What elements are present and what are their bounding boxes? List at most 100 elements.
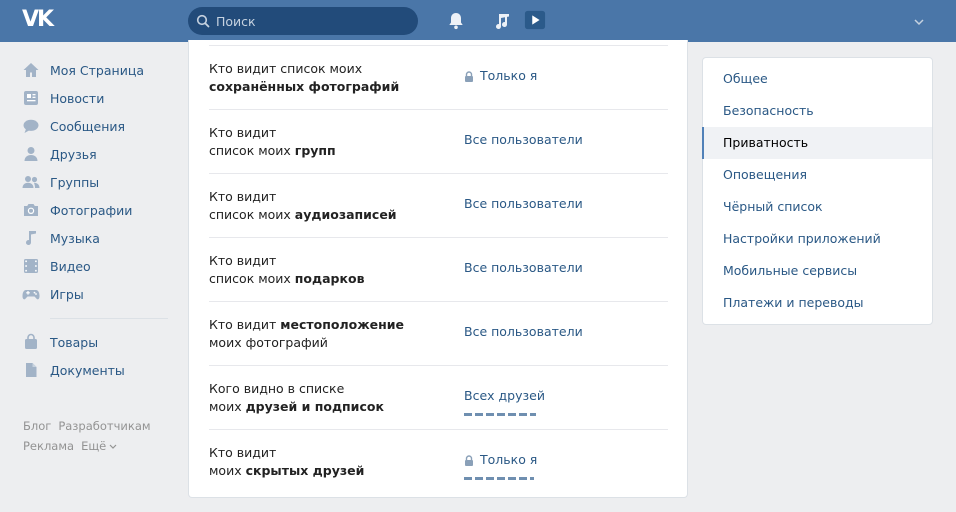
search-input[interactable]: [216, 7, 412, 35]
document-icon: [26, 363, 37, 377]
nav-item-photos[interactable]: Фотографии: [22, 196, 168, 224]
privacy-value-selector[interactable]: Все пользователи: [464, 324, 583, 340]
settings-menu-general[interactable]: Общее: [702, 63, 932, 95]
nav-item-groups[interactable]: Группы: [22, 168, 168, 196]
privacy-row-gifts: Кто видит список моих подарков Все польз…: [209, 237, 668, 301]
privacy-value-selector[interactable]: Всех друзей: [464, 388, 545, 404]
settings-menu-app-settings[interactable]: Настройки приложений: [702, 223, 932, 255]
question-text: Кто видит: [209, 253, 277, 268]
question-bold: друзей и подписок: [245, 399, 384, 414]
privacy-value-label: Только я: [480, 68, 538, 83]
privacy-question: Кто видит список моих групп: [209, 124, 449, 160]
privacy-value-label: Только я: [480, 452, 538, 467]
question-text: моих: [209, 399, 246, 414]
privacy-value-selector[interactable]: Все пользователи: [464, 260, 583, 276]
privacy-value-label: Все пользователи: [464, 324, 583, 339]
music-icon[interactable]: [491, 10, 513, 32]
privacy-value-selector[interactable]: Только я: [464, 452, 537, 468]
settings-menu-mobile[interactable]: Мобильные сервисы: [702, 255, 932, 287]
privacy-value-selector[interactable]: Все пользователи: [464, 196, 583, 212]
nav-item-goods[interactable]: Товары: [22, 328, 168, 356]
question-text: Кого видно в списке: [209, 381, 345, 396]
question-text: моих фотографий: [209, 335, 328, 350]
nav-item-label: Группы: [50, 174, 100, 190]
privacy-value-selector[interactable]: Только я: [464, 68, 537, 84]
nav-item-friends[interactable]: Друзья: [22, 140, 168, 168]
lock-icon: [465, 70, 473, 82]
settings-menu: Общее Безопасность Приватность Оповещени…: [702, 57, 933, 325]
question-text: Кто видит: [209, 317, 281, 332]
friends-picker-dashes[interactable]: [464, 477, 534, 480]
nav-item-music[interactable]: Музыка: [22, 224, 168, 252]
top-header: VK: [0, 0, 956, 42]
video-icon: [24, 259, 38, 273]
messages-icon: [23, 119, 39, 133]
privacy-question: Кто видит моих скрытых друзей: [209, 444, 449, 480]
chevron-down-icon[interactable]: [912, 15, 926, 29]
search-box[interactable]: [188, 7, 418, 35]
question-bold: групп: [294, 143, 336, 158]
gamepad-icon: [22, 290, 40, 300]
nav-divider: [50, 318, 168, 319]
nav-item-label: Друзья: [50, 146, 97, 162]
settings-menu-notifications[interactable]: Оповещения: [702, 159, 932, 191]
nav-item-video[interactable]: Видео: [22, 252, 168, 280]
friends-picker-dashes[interactable]: [464, 413, 536, 416]
nav-item-label: Моя Страница: [50, 62, 144, 78]
bell-icon[interactable]: [445, 10, 467, 32]
privacy-question: Кто видит список моих сохранённых фотогр…: [209, 60, 449, 96]
privacy-row-friends-list: Кого видно в списке моих друзей и подпис…: [209, 365, 668, 429]
left-nav: Моя Страница Новости Сообщения Друзья Гр…: [22, 56, 168, 384]
footer-link-developers[interactable]: Разработчикам: [58, 419, 150, 433]
privacy-value-label: Все пользователи: [464, 260, 583, 275]
settings-menu-security[interactable]: Безопасность: [702, 95, 932, 127]
nav-item-documents[interactable]: Документы: [22, 356, 168, 384]
question-bold: скрытых друзей: [245, 463, 365, 478]
settings-menu-privacy[interactable]: Приватность: [702, 127, 932, 159]
question-text: Кто видит: [209, 125, 277, 140]
nav-item-label: Фотографии: [50, 202, 133, 218]
play-icon[interactable]: [524, 9, 546, 31]
lock-icon: [465, 454, 473, 466]
question-bold: сохранённых фотографий: [209, 79, 400, 94]
privacy-row-saved-photos: Кто видит список моих сохранённых фотогр…: [209, 45, 668, 109]
footer-link-more[interactable]: Ещё: [81, 439, 117, 453]
question-bold: аудиозаписей: [294, 207, 397, 222]
settings-menu-payments[interactable]: Платежи и переводы: [702, 287, 932, 319]
privacy-question: Кто видит список моих аудиозаписей: [209, 188, 449, 224]
question-bold: местоположение: [280, 317, 404, 332]
nav-item-label: Видео: [50, 258, 91, 274]
privacy-question: Кто видит местоположение моих фотографий: [209, 316, 449, 352]
nav-item-label: Товары: [50, 334, 99, 350]
settings-menu-blacklist[interactable]: Чёрный список: [702, 191, 932, 223]
nav-item-label: Сообщения: [50, 118, 126, 134]
nav-item-games[interactable]: Игры: [22, 280, 168, 308]
privacy-value-selector[interactable]: Все пользователи: [464, 132, 583, 148]
search-icon: [196, 14, 210, 28]
nav-item-label: Документы: [50, 362, 125, 378]
question-text: список моих: [209, 271, 295, 286]
privacy-value-label: Всех друзей: [464, 388, 545, 403]
privacy-row-audio: Кто видит список моих аудиозаписей Все п…: [209, 173, 668, 237]
footer-link-ads[interactable]: Реклама: [23, 439, 74, 453]
footer-links: Блог Разработчикам Реклама Ещё: [23, 416, 183, 456]
nav-item-label: Новости: [50, 90, 105, 106]
privacy-value-label: Все пользователи: [464, 132, 583, 147]
privacy-value-label: Все пользователи: [464, 196, 583, 211]
footer-link-blog[interactable]: Блог: [23, 419, 51, 433]
nav-item-news[interactable]: Новости: [22, 84, 168, 112]
nav-item-messages[interactable]: Сообщения: [22, 112, 168, 140]
question-text: список моих: [209, 207, 295, 222]
privacy-settings-panel: Кто видит список моих сохранённых фотогр…: [188, 40, 688, 498]
camera-icon: [24, 204, 38, 216]
privacy-row-groups: Кто видит список моих групп Все пользова…: [209, 109, 668, 173]
friends-icon: [24, 147, 38, 161]
question-text: Кто видит список моих: [209, 61, 363, 76]
nav-item-label: Игры: [50, 286, 84, 302]
privacy-row-photo-location: Кто видит местоположение моих фотографий…: [209, 301, 668, 365]
vk-logo[interactable]: VK: [22, 9, 56, 31]
home-icon: [23, 63, 39, 77]
news-icon: [24, 91, 38, 105]
bag-icon: [25, 333, 37, 349]
nav-item-my-page[interactable]: Моя Страница: [22, 56, 168, 84]
